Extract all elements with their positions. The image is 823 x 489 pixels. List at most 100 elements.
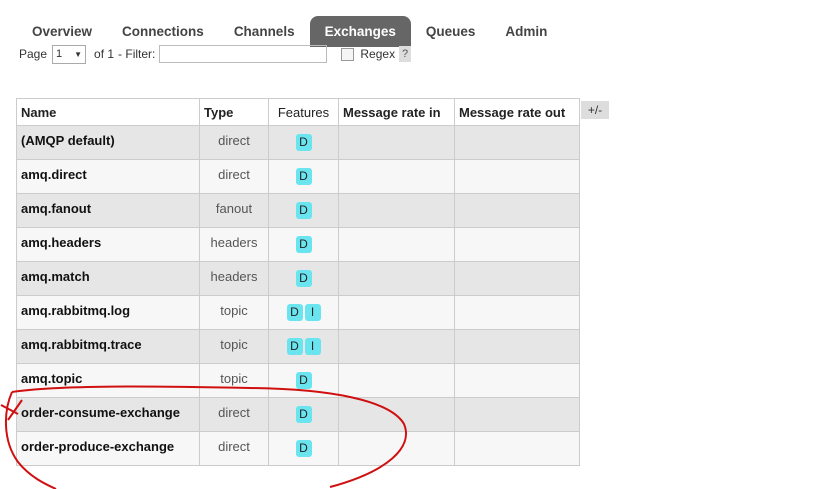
columns-toggle-button[interactable]: +/- bbox=[581, 101, 609, 119]
exchange-name-link[interactable]: amq.match bbox=[16, 261, 200, 296]
message-rate-out bbox=[454, 159, 580, 194]
exchange-name: amq.topic bbox=[21, 371, 83, 386]
exchange-type: topic bbox=[199, 329, 269, 364]
feature-badge: D bbox=[295, 202, 312, 219]
feature-badge: D bbox=[295, 372, 312, 389]
chevron-down-icon: ▼ bbox=[74, 49, 83, 59]
message-rate-in bbox=[338, 295, 455, 330]
message-rate-in bbox=[338, 363, 455, 398]
exchange-type: direct bbox=[199, 159, 269, 194]
feature-badges: D bbox=[273, 160, 334, 185]
exchange-type: headers bbox=[199, 261, 269, 296]
message-rate-out bbox=[454, 125, 580, 160]
feature-badges: D bbox=[273, 194, 334, 219]
exchange-name: amq.rabbitmq.log bbox=[21, 303, 131, 318]
exchange-features: DI bbox=[268, 295, 339, 330]
column-header-name[interactable]: Name bbox=[16, 98, 200, 126]
message-rate-out bbox=[454, 397, 580, 432]
exchange-features: D bbox=[268, 227, 339, 262]
message-rate-in bbox=[338, 193, 455, 228]
filter-input[interactable] bbox=[159, 45, 328, 63]
feature-badges: D bbox=[273, 262, 334, 287]
message-rate-in bbox=[338, 125, 455, 160]
message-rate-in bbox=[338, 329, 455, 364]
feature-badge: D bbox=[286, 304, 303, 321]
feature-badge: D bbox=[295, 134, 312, 151]
exchange-name-link[interactable]: order-produce-exchange bbox=[16, 431, 200, 466]
pagination-filter-bar: Page 1 ▼ of 1 - Filter: Regex ? bbox=[19, 44, 412, 64]
exchange-name: amq.direct bbox=[21, 167, 87, 182]
exchange-features: D bbox=[268, 363, 339, 398]
exchange-name: order-consume-exchange bbox=[21, 405, 180, 420]
exchange-name-link[interactable]: amq.headers bbox=[16, 227, 200, 262]
message-rate-out bbox=[454, 329, 580, 364]
exchange-name-link[interactable]: order-consume-exchange bbox=[16, 397, 200, 432]
column-header-message-rate-out[interactable]: Message rate out bbox=[454, 98, 580, 126]
message-rate-out bbox=[454, 363, 580, 398]
main-nav-tabs: Overview Connections Channels Exchanges … bbox=[17, 16, 562, 47]
exchange-name-link[interactable]: amq.topic bbox=[16, 363, 200, 398]
exchange-name: amq.headers bbox=[21, 235, 102, 250]
tab-exchanges[interactable]: Exchanges bbox=[309, 16, 411, 47]
exchanges-table: Name Type Features Message rate in Messa… bbox=[16, 98, 580, 466]
table-row: amq.match headers D bbox=[16, 261, 580, 296]
exchange-name: amq.match bbox=[21, 269, 90, 284]
column-header-type[interactable]: Type bbox=[199, 98, 269, 126]
feature-badge: D bbox=[295, 270, 312, 287]
exchange-name-link[interactable]: amq.fanout bbox=[16, 193, 200, 228]
exchange-name-link[interactable]: (AMQP default) bbox=[16, 125, 200, 160]
exchange-type-label: topic bbox=[220, 371, 248, 386]
regex-label: Regex bbox=[360, 47, 396, 61]
page-label: Page bbox=[19, 47, 48, 61]
feature-badge: D bbox=[295, 236, 312, 253]
table-header-row: Name Type Features Message rate in Messa… bbox=[16, 98, 580, 126]
exchange-features: D bbox=[268, 125, 339, 160]
exchange-name: amq.rabbitmq.trace bbox=[21, 337, 142, 352]
help-icon[interactable]: ? bbox=[399, 46, 412, 62]
exchange-type-label: direct bbox=[218, 167, 250, 182]
exchange-type: direct bbox=[199, 397, 269, 432]
feature-badge: I bbox=[304, 304, 321, 321]
tab-channels[interactable]: Channels bbox=[219, 16, 310, 47]
table-row: amq.rabbitmq.log topic D I bbox=[16, 295, 580, 330]
message-rate-out bbox=[454, 261, 580, 296]
page-select-value: 1 bbox=[56, 48, 63, 60]
page-count-label: of 1 bbox=[94, 47, 115, 61]
exchange-type: fanout bbox=[199, 193, 269, 228]
exchange-type-label: topic bbox=[220, 337, 248, 352]
page-select[interactable]: 1 ▼ bbox=[52, 44, 87, 64]
message-rate-out bbox=[454, 193, 580, 228]
table-row: (AMQP default) direct D bbox=[16, 125, 580, 160]
feature-badges: D bbox=[273, 364, 334, 389]
tab-queues[interactable]: Queues bbox=[411, 16, 491, 47]
exchange-type-label: direct bbox=[218, 405, 250, 420]
exchange-name-link[interactable]: amq.direct bbox=[16, 159, 200, 194]
table-row: order-consume-exchange direct D bbox=[16, 397, 580, 432]
tab-admin[interactable]: Admin bbox=[490, 16, 562, 47]
column-header-message-rate-in[interactable]: Message rate in bbox=[338, 98, 455, 126]
feature-badges: D bbox=[273, 126, 334, 151]
feature-badge: D bbox=[295, 440, 312, 457]
exchange-features: D bbox=[268, 431, 339, 466]
exchange-type-label: headers bbox=[210, 235, 258, 250]
exchange-name-link[interactable]: amq.rabbitmq.log bbox=[16, 295, 200, 330]
tab-connections[interactable]: Connections bbox=[107, 16, 219, 47]
exchange-type: topic bbox=[199, 363, 269, 398]
exchange-name: order-produce-exchange bbox=[21, 439, 175, 454]
exchange-type: direct bbox=[199, 125, 269, 160]
message-rate-out bbox=[454, 431, 580, 466]
exchange-name-link[interactable]: amq.rabbitmq.trace bbox=[16, 329, 200, 364]
exchange-features: D bbox=[268, 193, 339, 228]
tab-overview[interactable]: Overview bbox=[17, 16, 107, 47]
filter-label: - Filter: bbox=[118, 47, 156, 61]
exchange-type-label: fanout bbox=[215, 201, 253, 216]
table-row: order-produce-exchange direct D bbox=[16, 431, 580, 466]
exchange-features: D bbox=[268, 397, 339, 432]
table-row: amq.headers headers D bbox=[16, 227, 580, 262]
feature-badges: D bbox=[273, 432, 334, 457]
message-rate-out bbox=[454, 295, 580, 330]
feature-badge: D bbox=[295, 406, 312, 423]
regex-checkbox[interactable] bbox=[341, 47, 355, 61]
feature-badges: DI bbox=[273, 296, 334, 321]
feature-badge: D bbox=[286, 338, 303, 355]
